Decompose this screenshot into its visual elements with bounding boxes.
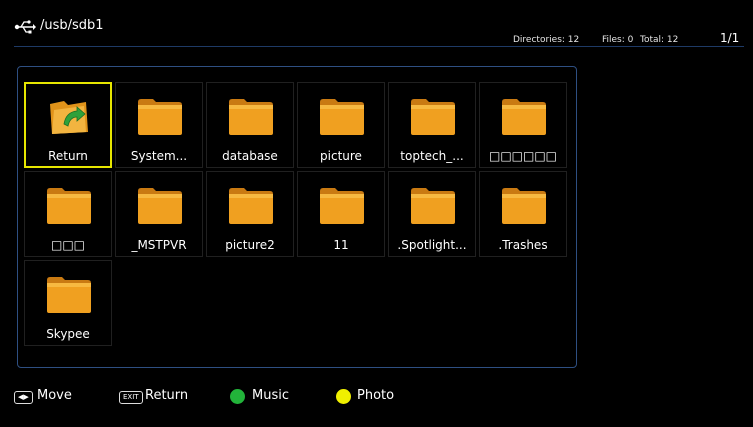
files-count: Files: 0 — [602, 35, 634, 45]
folder-icon — [319, 185, 365, 225]
folder-tile[interactable]: .Spotlight... — [388, 171, 476, 257]
tile-label: _MSTPVR — [131, 238, 187, 252]
header-divider — [14, 46, 744, 47]
folder-icon — [228, 185, 274, 225]
folder-tile[interactable]: database — [206, 82, 294, 168]
return-folder-icon — [46, 96, 92, 136]
folder-icon — [501, 96, 547, 136]
file-browser-screen: /usb/sdb1 Directories: 12 Files: 0 Total… — [0, 0, 753, 427]
tile-label: database — [222, 149, 278, 163]
folder-tile[interactable]: _MSTPVR — [115, 171, 203, 257]
file-grid-panel: Return System... database picture toptech_..… — [17, 66, 577, 368]
folder-tile[interactable]: picture2 — [206, 171, 294, 257]
folder-icon — [319, 96, 365, 136]
folder-icon — [137, 96, 183, 136]
tile-label: picture2 — [225, 238, 275, 252]
folder-icon — [228, 96, 274, 136]
tile-label: System... — [130, 149, 188, 163]
folder-tile[interactable]: □□□□□□ — [479, 82, 567, 168]
folder-tile[interactable]: 11 — [297, 171, 385, 257]
tile-label: Return — [48, 149, 88, 163]
tile-label: 11 — [333, 238, 349, 252]
return-tile[interactable]: Return — [24, 82, 112, 168]
footer-hints: ◀▶ Move EXIT Return Music Photo — [0, 384, 753, 408]
folder-icon — [137, 185, 183, 225]
return-hint[interactable]: Return — [145, 388, 188, 403]
tile-label: □□□ — [50, 238, 85, 252]
exit-key-icon: EXIT — [119, 391, 143, 404]
music-green-dot-icon — [230, 389, 245, 404]
page-indicator: 1/1 — [720, 31, 740, 45]
move-key-icon: ◀▶ — [14, 391, 33, 404]
folder-icon — [46, 185, 92, 225]
tile-label: picture — [320, 149, 362, 163]
tile-label: Skypee — [46, 327, 90, 341]
folder-tile[interactable]: picture — [297, 82, 385, 168]
usb-icon — [14, 20, 36, 34]
tile-label: .Trashes — [498, 238, 548, 252]
tile-label: toptech_... — [400, 149, 464, 163]
tile-label: .Spotlight... — [397, 238, 467, 252]
folder-tile[interactable]: System... — [115, 82, 203, 168]
total-count: Total: 12 — [640, 35, 679, 45]
folder-icon — [410, 96, 456, 136]
folder-icon — [46, 274, 92, 314]
move-hint-label: Move — [37, 388, 72, 403]
folder-tile[interactable]: Skypee — [24, 260, 112, 346]
photo-yellow-dot-icon — [336, 389, 351, 404]
folder-icon — [410, 185, 456, 225]
folder-icon — [501, 185, 547, 225]
folder-tile[interactable]: □□□ — [24, 171, 112, 257]
music-hint[interactable]: Music — [252, 388, 289, 403]
folder-tile[interactable]: .Trashes — [479, 171, 567, 257]
directories-count: Directories: 12 — [513, 35, 580, 45]
folder-tile[interactable]: toptech_... — [388, 82, 476, 168]
current-path: /usb/sdb1 — [40, 18, 104, 33]
photo-hint[interactable]: Photo — [357, 388, 394, 403]
tile-label: □□□□□□ — [488, 149, 558, 163]
